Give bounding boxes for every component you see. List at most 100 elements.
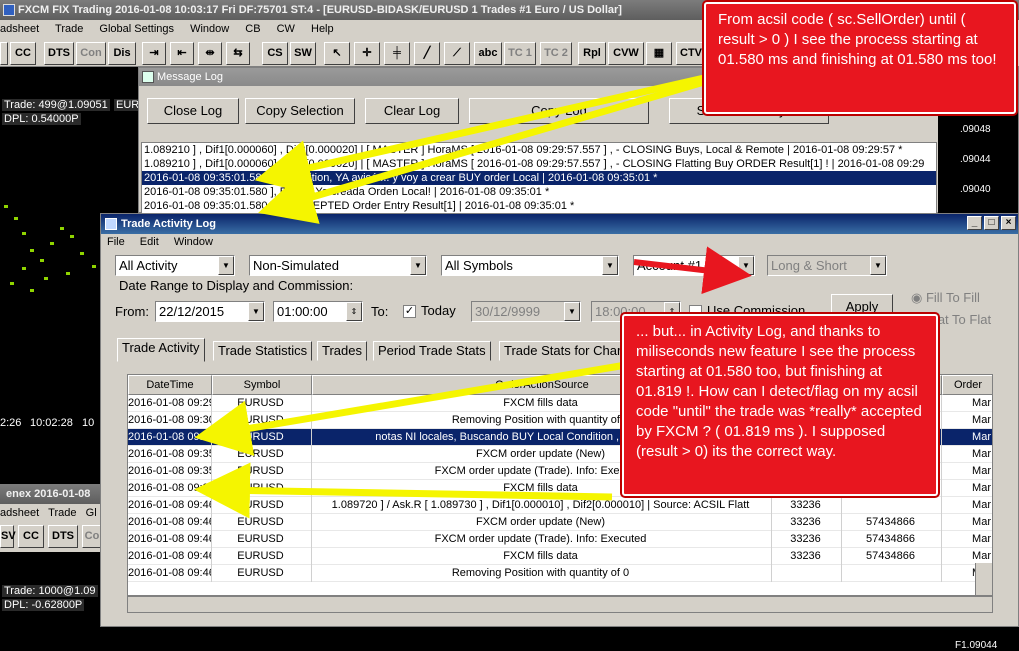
table-row[interactable]: 2016-01-08 09:46:25.890EURUSDFXCM order … <box>128 531 992 548</box>
col-order[interactable]: Order <box>942 375 992 395</box>
toolbar-tc1-button[interactable]: TC 1 <box>504 42 536 65</box>
horizontal-scrollbar[interactable] <box>127 596 993 613</box>
menu-spreadsheet-2[interactable]: adsheet <box>0 507 39 519</box>
log-line[interactable]: 1.089210 ] , Dif1[0.000060] , Dif2[0.000… <box>142 143 936 157</box>
menu-edit[interactable]: Edit <box>140 236 159 248</box>
menu-window[interactable]: Window <box>190 23 229 35</box>
table-row[interactable]: 2016-01-08 09:46:33.893EURUSDRemoving Po… <box>128 565 992 582</box>
crosshair-icon[interactable]: ✛ <box>354 42 380 65</box>
menu-help[interactable]: Help <box>311 23 334 35</box>
ray-tool-icon[interactable]: ⟋ <box>444 42 470 65</box>
toolbar-expand-icon[interactable]: ⇹ <box>198 42 222 65</box>
toolbar-con-button-2[interactable]: Co <box>82 525 102 548</box>
close-button[interactable]: × <box>1001 216 1016 230</box>
menu-spreadsheet[interactable]: adsheet <box>0 23 39 35</box>
chart-mark <box>80 252 84 255</box>
toolbar-dis-button[interactable]: Dis <box>108 42 136 65</box>
toolbar-sw-button[interactable]: SW <box>290 42 316 65</box>
col-datetime[interactable]: DateTime <box>128 375 212 395</box>
date-range-label: Date Range to Display and Commission: <box>119 278 354 293</box>
minimize-button[interactable]: _ <box>967 216 982 230</box>
toolbar-cs-button[interactable]: CS <box>262 42 288 65</box>
menu-global-2[interactable]: Gl <box>86 507 97 519</box>
chevron-down-icon[interactable]: ▼ <box>602 256 618 275</box>
close-log-button[interactable]: Close Log <box>147 98 239 124</box>
menu-cb[interactable]: CB <box>245 23 260 35</box>
toolbar-cvw-button[interactable]: CVW <box>608 42 644 65</box>
copy-log-button[interactable]: Copy Log <box>469 98 649 124</box>
toolbar-sync-icon[interactable]: ⇥ <box>142 42 166 65</box>
chevron-down-icon[interactable]: ▼ <box>248 302 264 321</box>
log-line[interactable]: 2016-01-08 09:35:01.580 ], BUY -- Ya cre… <box>142 185 936 199</box>
cell-col4: 33236 <box>772 497 842 514</box>
table-row[interactable]: 2016-01-08 09:46:25.891EURUSDFXCM fills … <box>128 548 992 565</box>
menu-cw[interactable]: CW <box>277 23 295 35</box>
menu-window-2[interactable]: Window <box>174 236 213 248</box>
toolbar-con-button[interactable]: Con <box>76 42 106 65</box>
chevron-down-icon[interactable]: ▼ <box>410 256 426 275</box>
menu-global-settings[interactable]: Global Settings <box>99 23 174 35</box>
today-label: Today <box>421 303 456 318</box>
toolbar-cc-button-2[interactable]: CC <box>18 525 44 548</box>
toolbar-tc2-button[interactable]: TC 2 <box>540 42 572 65</box>
toolbar-dts-button[interactable]: DTS <box>44 42 74 65</box>
menu-file[interactable]: File <box>107 236 125 248</box>
log-line[interactable]: 1.089210 ] , Dif1[0.000060] , Dif2[0.000… <box>142 157 936 171</box>
table-row[interactable]: 2016-01-08 09:46:25.735EURUSD1.089720 ] … <box>128 497 992 514</box>
maximize-button[interactable]: □ <box>984 216 999 230</box>
to-date-input[interactable]: 30/12/9999 ▼ <box>471 301 581 322</box>
chart-time-2: 10:02:28 <box>30 417 73 429</box>
vertical-scrollbar[interactable] <box>975 563 992 595</box>
log-line-selected[interactable]: 2016-01-08 09:35:01.580 ] , Condition, Y… <box>142 171 936 185</box>
tab-trade-stats-chart[interactable]: Trade Stats for Chart <box>499 341 630 361</box>
cell-datetime: 2016-01-08 09:46:33.893 <box>128 565 212 582</box>
copy-selection-button[interactable]: Copy Selection <box>245 98 355 124</box>
cursor-line-icon[interactable]: ╪ <box>384 42 410 65</box>
tab-trade-activity[interactable]: Trade Activity <box>117 338 205 362</box>
chart2-dpl-label: DPL: -0.62800P <box>2 599 85 611</box>
account-filter-select[interactable]: Account #1 ▼ <box>633 255 755 276</box>
symbol-filter-select[interactable]: All Symbols ▼ <box>441 255 619 276</box>
chart-dpl-label: DPL: 0.54000P <box>2 113 81 125</box>
fill-to-fill-radio[interactable]: ◉ Fill To Fill <box>911 290 980 306</box>
menu-trade-2[interactable]: Trade <box>48 507 76 519</box>
line-tool-icon[interactable]: ╱ <box>414 42 440 65</box>
toolbar-sync2-icon[interactable]: ⇤ <box>170 42 194 65</box>
message-log-list[interactable]: 1.089210 ] , Dif1[0.000060] , Dif2[0.000… <box>141 142 937 214</box>
cell-datetime: 2016-01-08 09:35:01.818 <box>128 463 212 480</box>
menu-trade[interactable]: Trade <box>55 23 83 35</box>
chevron-down-icon[interactable]: ▼ <box>218 256 234 275</box>
toolbar-rpl-button[interactable]: Rpl <box>578 42 606 65</box>
tab-period-trade-stats[interactable]: Period Trade Stats <box>373 341 491 361</box>
side-filter-select[interactable]: Long & Short ▼ <box>767 255 887 276</box>
activity-filter-select[interactable]: All Activity ▼ <box>115 255 235 276</box>
simulation-filter-select[interactable]: Non-Simulated ▼ <box>249 255 427 276</box>
grid-icon[interactable]: ▦ <box>646 42 672 65</box>
tab-trade-statistics[interactable]: Trade Statistics <box>213 341 313 361</box>
toolbar-sv-button[interactable]: SV <box>0 525 16 548</box>
chevron-down-icon[interactable]: ▼ <box>564 302 580 321</box>
cell-datetime: 2016-01-08 09:46:25.735 <box>128 497 212 514</box>
cell-order: Mar <box>942 395 992 412</box>
toolbar-ctv-button[interactable]: CTV <box>676 42 706 65</box>
tab-trades[interactable]: Trades <box>317 341 367 361</box>
col-symbol[interactable]: Symbol <box>212 375 312 395</box>
toolbar-text-button[interactable]: abc <box>474 42 502 65</box>
cell-symbol: EURUSD <box>212 446 312 463</box>
from-time-input[interactable]: 01:00:00 ⇕ <box>273 301 363 322</box>
spinner-icon[interactable]: ⇕ <box>346 302 362 321</box>
clear-log-button[interactable]: Clear Log <box>365 98 459 124</box>
cell-source: FXCM fills data <box>312 548 772 565</box>
log-line[interactable]: 2016-01-08 09:35:01.580 ], -- ACCEPTED O… <box>142 199 936 213</box>
today-checkbox[interactable]: ✓ <box>403 305 416 318</box>
table-row[interactable]: 2016-01-08 09:46:25.779EURUSDFXCM order … <box>128 514 992 531</box>
trade-activity-title: Trade Activity Log <box>121 218 216 230</box>
toolbar-shrink-icon[interactable]: ⇆ <box>226 42 250 65</box>
from-date-input[interactable]: 22/12/2015 ▼ <box>155 301 265 322</box>
chevron-down-icon[interactable]: ▼ <box>738 256 754 275</box>
pointer-icon[interactable]: ↖ <box>324 42 350 65</box>
toolbar-dts-button-2[interactable]: DTS <box>48 525 78 548</box>
chevron-down-icon[interactable]: ▼ <box>870 256 886 275</box>
toolbar-cc-button[interactable]: CC <box>10 42 36 65</box>
cell-col4 <box>772 565 842 582</box>
